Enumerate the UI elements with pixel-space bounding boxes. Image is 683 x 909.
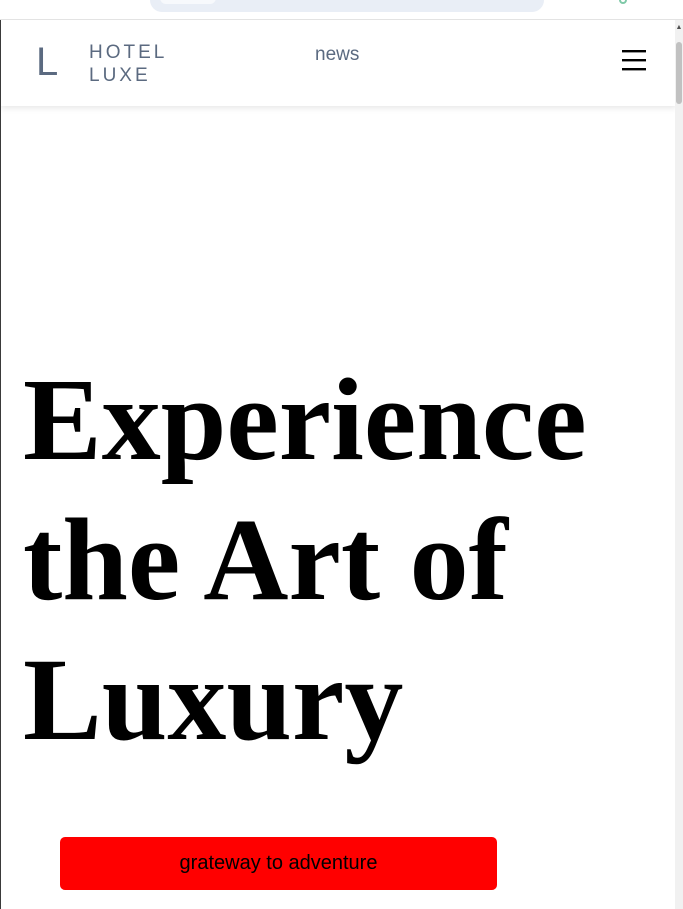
brand-name[interactable]: HOTEL LUXE [89,41,167,87]
hamburger-menu-icon[interactable] [621,48,647,72]
brand-name-line2: LUXE [89,65,151,86]
hero-heading-line3: Luxury [23,634,404,765]
scroll-up-arrow-icon[interactable]: ▲ [675,24,683,32]
address-bar-chip [160,0,216,4]
address-bar[interactable] [150,0,544,12]
extension-icon[interactable] [619,0,627,4]
scrollbar-thumb[interactable] [676,42,682,104]
brand-name-line1: HOTEL [89,42,168,63]
cta-button[interactable]: grateway to adventure [60,837,497,890]
site-header: L HOTEL LUXE news [1,20,675,106]
nav-link-news[interactable]: news [315,44,359,66]
hero-heading-line2: the Art of [23,494,508,625]
vertical-scrollbar[interactable]: ▲ [675,20,683,909]
logo-icon[interactable]: L [36,41,58,83]
page-viewport: L HOTEL LUXE news Experience the Art of … [0,20,675,909]
browser-toolbar [0,0,683,20]
hero-heading: Experience the Art of Luxury [23,350,663,770]
hero-heading-line1: Experience [23,354,587,485]
